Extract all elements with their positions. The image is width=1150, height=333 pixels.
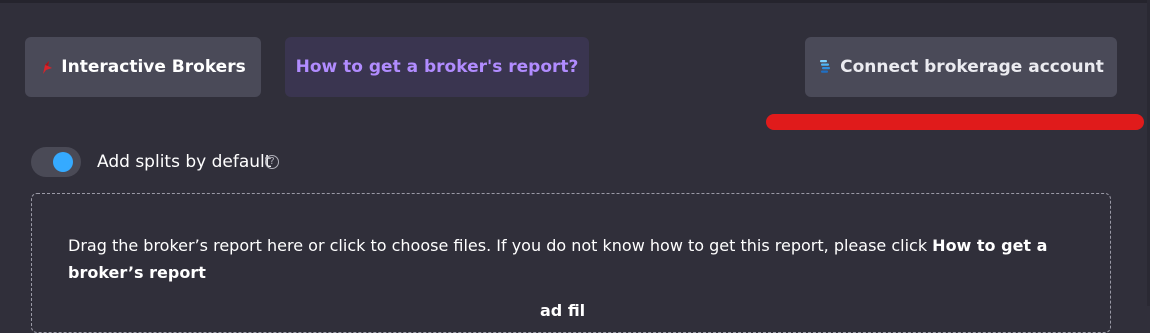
dropzone-instruction-text: Drag the broker’s report here or click t… — [68, 236, 933, 255]
dropzone-instructions: Drag the broker’s report here or click t… — [68, 232, 1083, 286]
connect-brokerage-account-label: Connect brokerage account — [840, 57, 1104, 77]
broker-select-label: Interactive Brokers — [61, 57, 246, 77]
annotation-underline — [766, 114, 1144, 130]
add-splits-toggle[interactable] — [31, 147, 81, 177]
how-to-get-report-label: How to get a broker's report? — [295, 57, 579, 77]
how-to-get-report-button[interactable]: How to get a broker's report? — [285, 37, 589, 97]
report-dropzone[interactable]: Drag the broker’s report here or click t… — [31, 193, 1111, 333]
add-splits-label: Add splits by default — [97, 152, 272, 172]
dropzone-upload-label: ad fil — [540, 301, 586, 320]
toggle-knob — [53, 152, 73, 172]
window-top-border — [0, 0, 1150, 3]
connect-brokerage-account-button[interactable]: Connect brokerage account — [805, 37, 1117, 97]
broker-select-button[interactable]: Interactive Brokers — [25, 37, 261, 97]
question-help-icon[interactable]: ? — [265, 155, 279, 169]
interactive-brokers-icon — [40, 59, 54, 75]
brokerage-connect-icon — [818, 59, 832, 75]
